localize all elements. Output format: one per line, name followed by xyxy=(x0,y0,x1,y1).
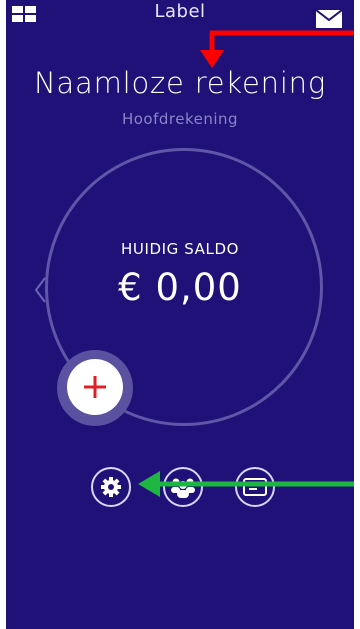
plus-icon xyxy=(84,376,106,398)
account-name[interactable]: Naamloze rekening xyxy=(6,66,354,100)
red-annotation-arrow-icon xyxy=(200,30,354,68)
add-button[interactable] xyxy=(67,359,123,415)
green-annotation-arrow-icon xyxy=(138,471,354,497)
gear-icon xyxy=(101,477,121,497)
app-screen: Label Naamloze rekening Hoofdrekening HU… xyxy=(6,0,354,629)
settings-button[interactable] xyxy=(91,467,131,507)
page-title: Label xyxy=(154,1,206,22)
chevron-left-icon[interactable] xyxy=(33,276,47,304)
balance-label: HUIDIG SALDO xyxy=(120,240,240,258)
account-type: Hoofdrekening xyxy=(121,110,239,128)
balance-amount: € 0,00 xyxy=(118,266,242,309)
